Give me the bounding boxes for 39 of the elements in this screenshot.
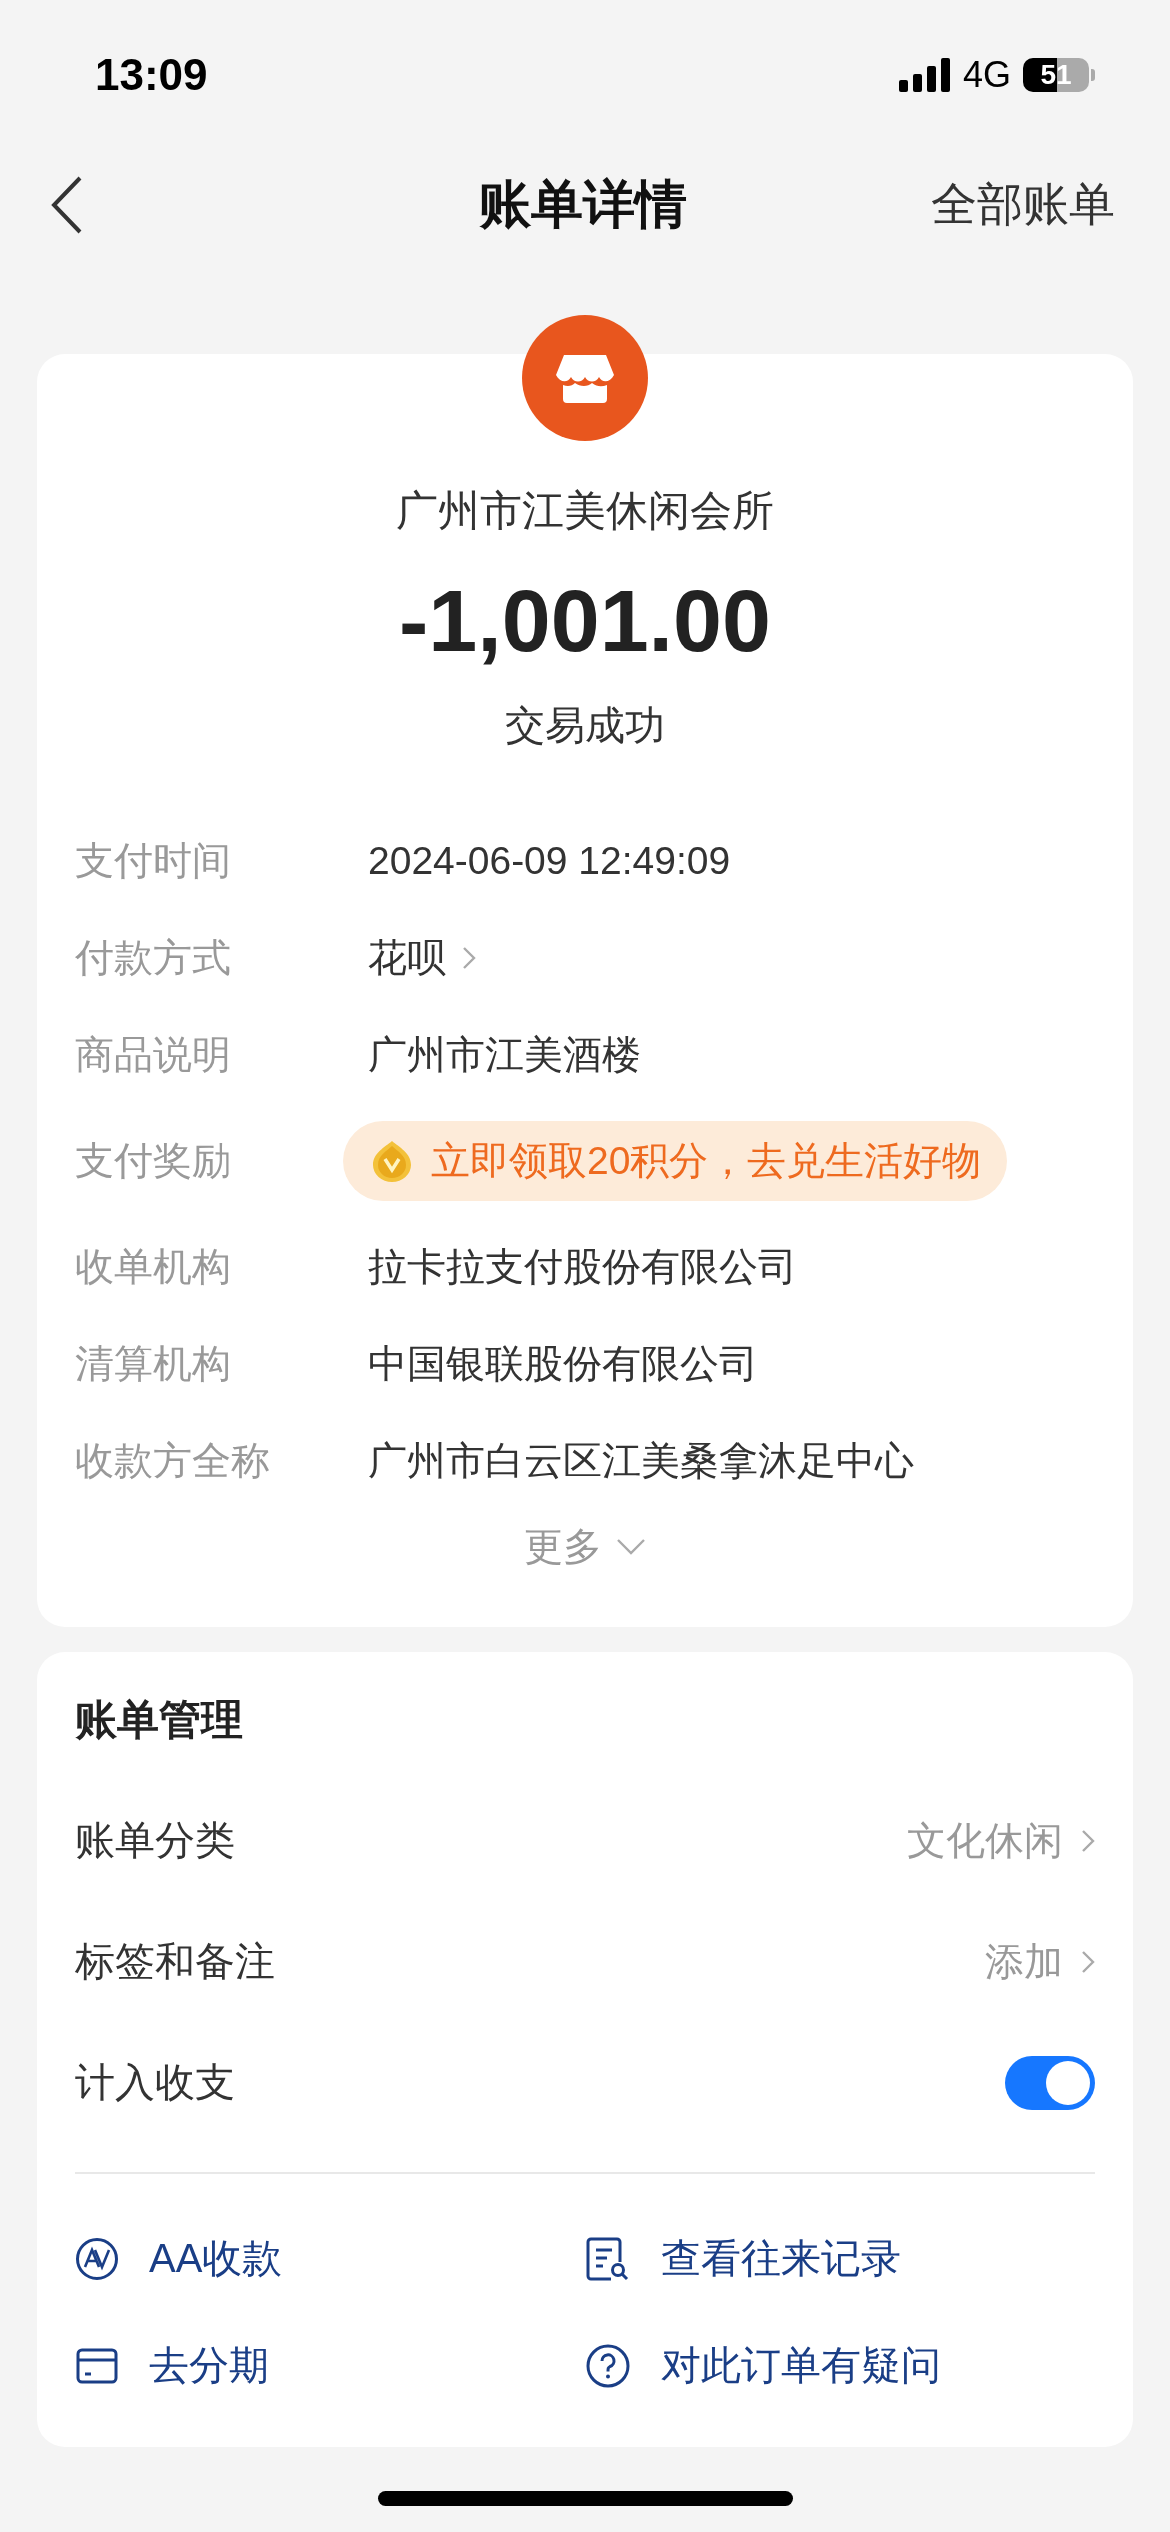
transaction-status: 交易成功 bbox=[505, 702, 665, 749]
chevron-icon bbox=[1081, 1828, 1095, 1853]
network-label: 4G bbox=[962, 54, 1011, 96]
detail-value[interactable]: 花呗 bbox=[368, 930, 446, 985]
circled-letters-icon bbox=[75, 2236, 119, 2281]
question-icon bbox=[585, 2342, 631, 2389]
row-label: 计入收支 bbox=[75, 2060, 235, 2104]
action-link[interactable]: 去分期 bbox=[75, 2312, 585, 2419]
detail-value: 拉卡拉支付股份有限公司 bbox=[368, 1243, 797, 1290]
back-icon[interactable] bbox=[50, 175, 84, 235]
section-title: 账单管理 bbox=[75, 1696, 243, 1743]
document-search-icon bbox=[585, 2235, 631, 2282]
all-bills-link[interactable]: 全部账单 bbox=[931, 174, 1115, 236]
merchant-name: 广州市江美休闲会所 bbox=[396, 486, 774, 536]
detail-label: 付款方式 bbox=[75, 934, 232, 981]
coin-icon bbox=[371, 1138, 413, 1183]
row-label: 标签和备注 bbox=[75, 1939, 275, 1983]
detail-value: 广州市白云区江美桑拿沐足中心 bbox=[368, 1437, 914, 1484]
action-link[interactable]: AA收款 bbox=[75, 2205, 585, 2312]
detail-label: 收款方全称 bbox=[75, 1437, 271, 1484]
detail-label: 支付时间 bbox=[75, 837, 232, 884]
detail-label: 支付奖励 bbox=[75, 1137, 232, 1184]
action-link[interactable]: 查看往来记录 bbox=[585, 2205, 1095, 2312]
detail-label: 清算机构 bbox=[75, 1340, 232, 1387]
toggle-switch[interactable] bbox=[1005, 2055, 1095, 2110]
chevron-down-icon bbox=[616, 1538, 646, 1556]
detail-value: 2024-06-09 12:49:09 bbox=[368, 838, 731, 883]
signal-icon bbox=[898, 58, 951, 92]
page-title: 账单详情 bbox=[478, 174, 687, 235]
row-label: 账单分类 bbox=[75, 1818, 235, 1862]
detail-label: 商品说明 bbox=[75, 1031, 232, 1078]
detail-value: 中国银联股份有限公司 bbox=[368, 1340, 758, 1387]
detail-label: 收单机构 bbox=[75, 1243, 232, 1290]
chevron-icon bbox=[1081, 1949, 1095, 1974]
chevron-icon bbox=[462, 945, 476, 970]
action-link[interactable]: 对此订单有疑问 bbox=[585, 2312, 1095, 2419]
detail-value: 广州市江美酒楼 bbox=[368, 1031, 641, 1078]
amount: -1,001.00 bbox=[399, 571, 771, 671]
status-time: 13:09 bbox=[95, 50, 209, 100]
